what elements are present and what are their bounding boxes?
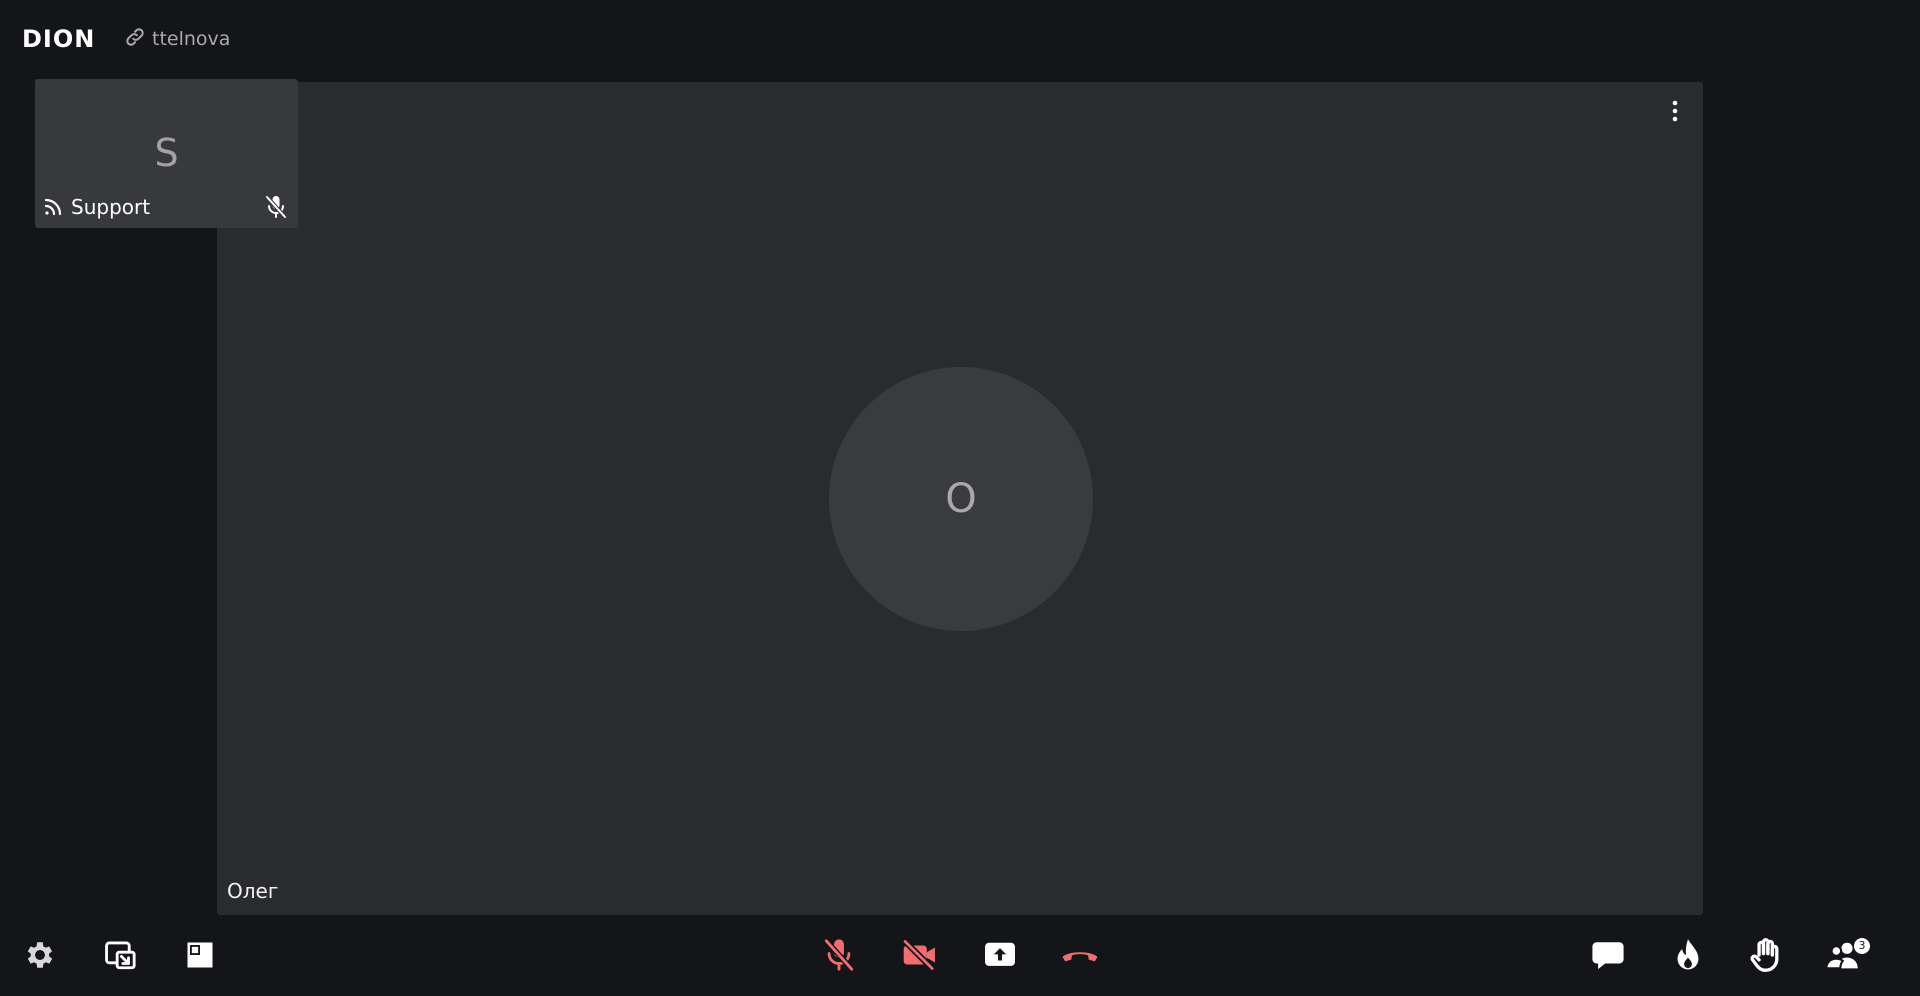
room-name: ttelnova (152, 28, 231, 50)
control-bar: 3 (0, 930, 1920, 986)
avatar: O (829, 367, 1093, 631)
participants-button[interactable]: 3 (1820, 930, 1870, 980)
top-bar: DION ttelnova (0, 0, 1920, 78)
hand-icon (1749, 937, 1783, 973)
chat-icon (1591, 939, 1625, 971)
gear-icon (23, 938, 57, 972)
avatar-initial: S (154, 131, 179, 175)
layout-button[interactable] (177, 930, 223, 980)
hang-up-button[interactable] (1057, 930, 1103, 980)
participant-name: Олег (227, 879, 279, 903)
mic-off-icon (822, 936, 856, 974)
share-screen-button[interactable] (977, 930, 1023, 980)
link-icon (124, 26, 146, 53)
more-vertical-icon[interactable] (1663, 96, 1687, 126)
phone-hangup-icon (1060, 945, 1100, 965)
mic-off-icon (264, 194, 288, 220)
thumbnail-footer: Support (43, 194, 288, 220)
room-link[interactable]: ttelnova (124, 26, 230, 52)
chat-button[interactable] (1585, 930, 1631, 980)
participants-count-badge: 3 (1854, 938, 1870, 954)
broadcast-icon (43, 197, 63, 217)
layout-icon (185, 940, 215, 970)
reactions-button[interactable] (1665, 930, 1711, 980)
pip-button[interactable] (97, 930, 143, 980)
microphone-button[interactable] (816, 930, 862, 980)
raise-hand-button[interactable] (1743, 930, 1789, 980)
settings-button[interactable] (17, 930, 63, 980)
camera-off-icon (901, 938, 939, 972)
app-logo: DION (22, 25, 96, 53)
camera-button[interactable] (897, 930, 943, 980)
flame-icon (1674, 938, 1702, 972)
main-video-tile[interactable]: O Олег (217, 82, 1703, 915)
thumbnail-video-tile[interactable]: S Support (35, 79, 298, 228)
avatar-initial: O (945, 476, 977, 522)
screen-share-icon (983, 940, 1017, 970)
pip-icon (103, 938, 137, 972)
participant-name: Support (71, 195, 151, 219)
